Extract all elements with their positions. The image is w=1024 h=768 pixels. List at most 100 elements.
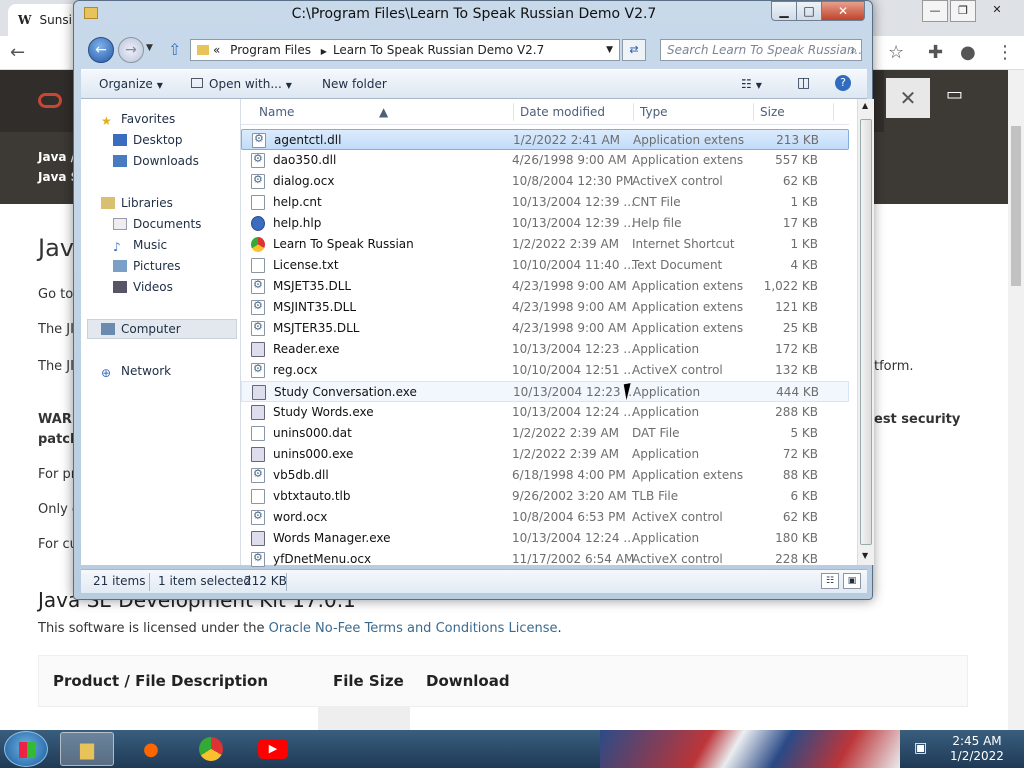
breadcrumb-java[interactable]: Java / <box>38 150 75 164</box>
nav-favorites[interactable]: ★ Favorites <box>101 112 175 128</box>
nav-libraries[interactable]: Libraries <box>101 196 173 210</box>
network-tray-icon[interactable]: ▣ <box>914 740 927 756</box>
star-icon[interactable]: ☆ <box>888 42 904 63</box>
file-row[interactable]: dialog.ocx 10/8/2004 12:30 PMActiveX cont… <box>241 171 849 192</box>
nav-computer[interactable]: Computer <box>101 322 181 336</box>
maximize-button[interactable]: □ <box>796 1 822 21</box>
file-date: 11/17/2002 6:54 AM <box>512 552 635 566</box>
file-row[interactable]: Words Manager.exe 10/13/2004 12:24 ... App… <box>241 528 849 549</box>
nav-downloads[interactable]: Downloads <box>113 154 199 168</box>
file-row[interactable]: Study Conversation.exe 10/13/2004 12:23 .… <box>241 381 849 402</box>
clock[interactable]: 2:45 AM 1/2/2022 <box>942 734 1012 764</box>
oracle-logo[interactable] <box>38 93 62 108</box>
col-date[interactable]: Date modified <box>520 105 605 119</box>
menu-icon[interactable]: ⋮ <box>996 42 1014 63</box>
nav-pictures[interactable]: Pictures <box>113 259 181 273</box>
address-overflow[interactable]: « <box>213 43 220 57</box>
view-options-button[interactable]: ☷ ▼ <box>741 77 762 91</box>
file-type: ActiveX control <box>632 363 723 377</box>
file-row[interactable]: help.hlp 10/13/2004 12:39 ... Help file 17 … <box>241 213 849 234</box>
chrome-icon <box>199 737 223 761</box>
file-row[interactable]: yfDnetMenu.ocx 11/17/2002 6:54 AMActiveX … <box>241 549 849 570</box>
nav-desktop[interactable]: Desktop <box>113 133 183 147</box>
organize-button[interactable]: Organize ▼ <box>99 77 163 91</box>
file-list-scrollbar[interactable]: ▲ ▼ <box>857 99 874 565</box>
file-row[interactable]: unins000.exe 1/2/2022 2:39 AM Application 7… <box>241 444 849 465</box>
scroll-up-icon[interactable]: ▲ <box>862 101 868 110</box>
profile-icon[interactable]: ● <box>960 42 976 63</box>
file-row[interactable]: unins000.dat 1/2/2022 2:39 AM DAT File 5 KB <box>241 423 849 444</box>
breadcrumb-separator-icon[interactable]: ▶ <box>321 47 327 56</box>
col-size[interactable]: Size <box>760 105 785 119</box>
browser-tab[interactable]: W Sunsi <box>8 4 78 36</box>
page-scrollbar[interactable] <box>1008 70 1024 730</box>
back-button[interactable]: ← <box>88 37 114 63</box>
file-row[interactable]: word.ocx 10/8/2004 6:53 PM ActiveX control… <box>241 507 849 528</box>
libraries-icon <box>101 197 115 209</box>
browser-restore-button[interactable]: ❐ <box>950 0 976 22</box>
taskbar-firefox[interactable]: ● <box>124 732 178 766</box>
start-button[interactable] <box>4 731 48 767</box>
file-name: vb5db.dll <box>273 468 329 482</box>
taskbar-explorer[interactable]: ▆ <box>60 732 114 766</box>
large-icons-view-icon[interactable]: ▣ <box>843 573 861 589</box>
search-icon[interactable]: ⌕ <box>850 40 857 60</box>
extensions-icon[interactable]: ✚ <box>928 42 943 63</box>
back-arrow-icon[interactable]: ← <box>10 42 25 63</box>
close-button[interactable]: ✕ <box>821 1 865 21</box>
taskbar-chrome[interactable] <box>184 732 238 766</box>
details-view-icon[interactable]: ☷ <box>821 573 839 589</box>
file-row[interactable]: help.cnt 10/13/2004 12:39 ... CNT File 1 KB <box>241 192 849 213</box>
browser-tab-label: Sunsi <box>39 13 72 27</box>
search-input[interactable]: Search Learn To Speak Russian... ⌕ <box>660 39 862 61</box>
address-dropdown-icon[interactable]: ▼ <box>606 40 613 60</box>
open-with-button[interactable]: Open with... ▼ <box>191 77 292 91</box>
col-type[interactable]: Type <box>640 105 668 119</box>
file-row[interactable]: Reader.exe 10/13/2004 12:23 ... Applicatio… <box>241 339 849 360</box>
nav-network[interactable]: ⊕ Network <box>101 364 171 380</box>
license-link[interactable]: Oracle No-Fee Terms and Conditions Licen… <box>269 621 558 636</box>
forward-button[interactable]: → <box>118 37 144 63</box>
file-row[interactable]: agentctl.dll 1/2/2022 2:41 AM Application … <box>241 129 849 150</box>
file-row[interactable]: License.txt 10/10/2004 11:40 ... Text Docu… <box>241 255 849 276</box>
minimize-button[interactable]: ▁ <box>771 1 797 21</box>
new-folder-button[interactable]: New folder <box>322 77 387 91</box>
file-size: 180 KB <box>775 531 818 545</box>
file-row[interactable]: reg.ocx 10/10/2004 12:51 ...ActiveX contr… <box>241 360 849 381</box>
browser-minimize-button[interactable]: — <box>922 0 948 22</box>
recent-pages-dropdown[interactable]: ▼ <box>146 43 153 53</box>
file-size: 88 KB <box>782 468 818 482</box>
file-row[interactable]: dao350.dll 4/26/1998 9:00 AM Application e… <box>241 150 849 171</box>
address-segment-program-files[interactable]: Program Files <box>230 43 311 57</box>
taskbar-youtube[interactable]: ▶ <box>246 732 300 766</box>
nav-music[interactable]: ♪ Music <box>113 238 168 254</box>
pictures-icon <box>113 260 127 272</box>
nav-documents[interactable]: Documents <box>113 217 201 231</box>
up-arrow-icon[interactable]: ⇧ <box>168 40 181 59</box>
file-row[interactable]: MSJINT35.DLL 4/23/1998 9:00 AM Application… <box>241 297 849 318</box>
file-row[interactable]: Learn To Speak Russian 1/2/2022 2:39 AM In… <box>241 234 849 255</box>
chevron-down-icon: ▼ <box>755 81 762 90</box>
browser-close-button[interactable]: ✕ <box>984 0 1010 22</box>
chat-icon[interactable]: ▭ <box>946 84 963 105</box>
file-type: Application extens... <box>633 133 745 147</box>
file-date: 10/13/2004 12:24 ... <box>512 405 635 419</box>
col-name[interactable]: Name <box>259 105 294 119</box>
address-segment-folder[interactable]: Learn To Speak Russian Demo V2.7 <box>333 43 544 57</box>
help-icon[interactable]: ? <box>835 75 851 91</box>
file-row[interactable]: vb5db.dll 6/18/1998 4:00 PM Application ex… <box>241 465 849 486</box>
scrollbar-thumb[interactable] <box>860 119 872 545</box>
refresh-button[interactable]: ⇄ <box>622 39 646 61</box>
preview-pane-icon[interactable]: ◫ <box>797 75 810 91</box>
file-icon <box>251 195 265 210</box>
file-row[interactable]: Study Words.exe 10/13/2004 12:24 ... Appli… <box>241 402 849 423</box>
nav-videos[interactable]: Videos <box>113 280 173 294</box>
scroll-down-icon[interactable]: ▼ <box>862 551 868 560</box>
nav-music-label: Music <box>133 238 168 252</box>
close-banner-button[interactable]: ✕ <box>886 78 930 118</box>
address-bar[interactable]: « Program Files ▶ Learn To Speak Russian … <box>190 39 620 61</box>
file-row[interactable]: MSJTER35.DLL 4/23/1998 9:00 AM Application… <box>241 318 849 339</box>
file-row[interactable]: vbtxtauto.tlb 9/26/2002 3:20 AM TLB File 6 … <box>241 486 849 507</box>
file-row[interactable]: MSJET35.DLL 4/23/1998 9:00 AM Application … <box>241 276 849 297</box>
file-date: 10/10/2004 12:51 ... <box>512 363 635 377</box>
